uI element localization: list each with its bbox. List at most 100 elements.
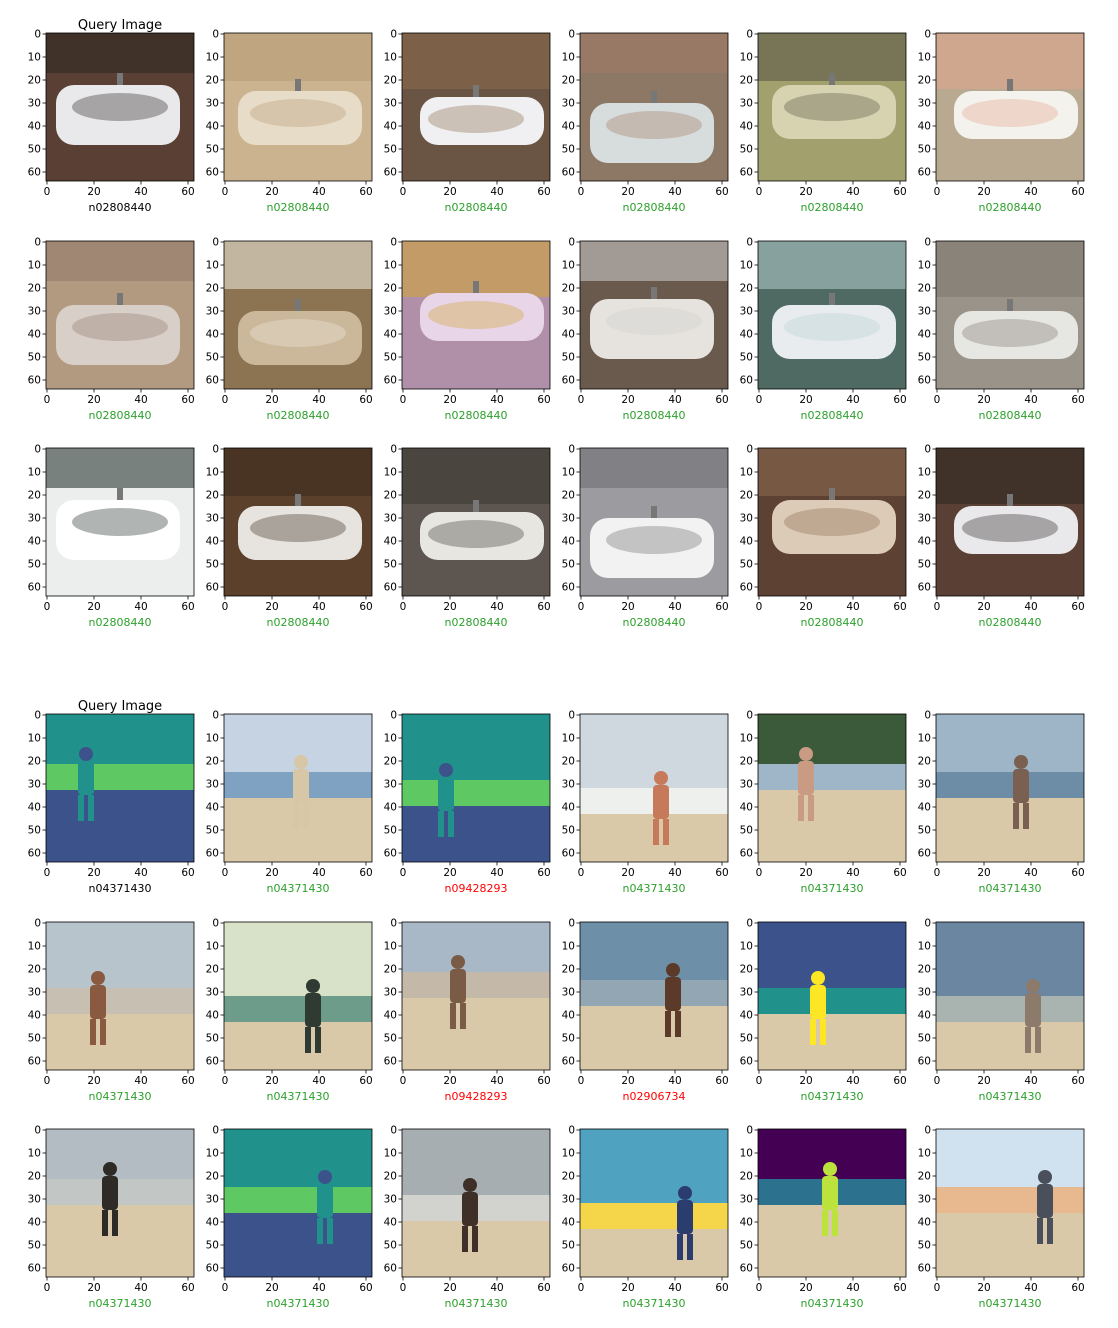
x-tick-label: 60 bbox=[893, 1075, 906, 1087]
result-panel: 01020304050600 20 40 60n02808440 bbox=[918, 444, 1085, 630]
x-tick-label: 60 bbox=[359, 867, 372, 879]
x-tick-label: 60 bbox=[359, 394, 372, 406]
x-tick-label: 0 bbox=[578, 394, 585, 406]
y-tick-label: 0 bbox=[924, 1125, 931, 1137]
y-tick-label: 30 bbox=[562, 987, 575, 999]
result-class-label: n02808440 bbox=[979, 409, 1042, 422]
x-tick-label: 60 bbox=[893, 601, 906, 613]
y-tick-label: 30 bbox=[384, 98, 397, 110]
x-tick-label: 20 bbox=[443, 1075, 456, 1087]
x-tick-label: 0 bbox=[222, 1282, 229, 1294]
y-tick-label: 0 bbox=[390, 444, 397, 456]
y-tick-label: 30 bbox=[384, 513, 397, 525]
x-tick-label: 40 bbox=[668, 186, 681, 198]
y-tick-label: 30 bbox=[28, 513, 41, 525]
result-panel: 01020304050600 20 40 60n04371430 bbox=[918, 1125, 1085, 1311]
y-tick-label: 20 bbox=[28, 964, 41, 976]
y-tick-label: 20 bbox=[28, 1171, 41, 1183]
x-tick-label: 20 bbox=[977, 601, 990, 613]
x-tick-label: 20 bbox=[265, 186, 278, 198]
y-tick-label: 40 bbox=[206, 802, 219, 814]
x-tick-label: 0 bbox=[222, 394, 229, 406]
x-tick-label: 60 bbox=[359, 1075, 372, 1087]
y-tick-label: 50 bbox=[562, 1033, 575, 1045]
y-tick-label: 10 bbox=[918, 52, 931, 64]
x-tick-label: 40 bbox=[490, 867, 503, 879]
x-tick-label: 0 bbox=[934, 186, 941, 198]
y-tick-label: 0 bbox=[212, 237, 219, 249]
thumbnail-image bbox=[402, 241, 550, 389]
y-tick-label: 50 bbox=[740, 144, 753, 156]
y-tick-label: 50 bbox=[206, 825, 219, 837]
y-tick-label: 40 bbox=[740, 121, 753, 133]
y-tick-label: 20 bbox=[384, 964, 397, 976]
retrieval-group-bathtub: 01020304050600 20 40 60n02808440Query Image… bbox=[28, 18, 1085, 629]
x-tick-label: 0 bbox=[934, 394, 941, 406]
y-tick-label: 20 bbox=[740, 964, 753, 976]
y-tick-label: 20 bbox=[384, 756, 397, 768]
y-tick-label: 30 bbox=[28, 1194, 41, 1206]
result-panel: 01020304050600 20 40 60n04371430 bbox=[918, 918, 1085, 1104]
result-panel: 01020304050600 20 40 60n09428293 bbox=[384, 710, 551, 896]
y-tick-label: 40 bbox=[384, 1217, 397, 1229]
y-tick-label: 30 bbox=[206, 513, 219, 525]
y-tick-label: 40 bbox=[562, 536, 575, 548]
y-tick-label: 40 bbox=[740, 802, 753, 814]
y-tick-label: 20 bbox=[740, 1171, 753, 1183]
result-panel: 01020304050600 20 40 60n02808440 bbox=[384, 237, 551, 423]
y-tick-label: 30 bbox=[28, 987, 41, 999]
y-tick-label: 30 bbox=[28, 98, 41, 110]
x-tick-label: 20 bbox=[87, 1075, 100, 1087]
y-tick-label: 20 bbox=[384, 1171, 397, 1183]
y-tick-label: 30 bbox=[206, 987, 219, 999]
result-panel: 01020304050600 20 40 60n02906734 bbox=[562, 918, 729, 1104]
x-tick-label: 40 bbox=[312, 186, 325, 198]
y-tick-label: 0 bbox=[568, 710, 575, 722]
x-tick-label: 40 bbox=[490, 186, 503, 198]
x-tick-label: 60 bbox=[537, 186, 550, 198]
y-tick-label: 10 bbox=[384, 941, 397, 953]
x-tick-label: 20 bbox=[621, 394, 634, 406]
x-tick-label: 20 bbox=[265, 1075, 278, 1087]
x-tick-label: 60 bbox=[1071, 867, 1084, 879]
result-panel: 01020304050600 20 40 60n04371430 bbox=[740, 710, 907, 896]
x-tick-label: 0 bbox=[934, 1075, 941, 1087]
y-tick-label: 10 bbox=[28, 52, 41, 64]
y-tick-label: 60 bbox=[562, 848, 575, 860]
x-tick-label: 60 bbox=[181, 394, 194, 406]
x-tick-label: 20 bbox=[977, 1075, 990, 1087]
y-tick-label: 50 bbox=[384, 825, 397, 837]
x-tick-label: 0 bbox=[756, 1075, 763, 1087]
y-tick-label: 10 bbox=[918, 467, 931, 479]
x-tick-label: 20 bbox=[621, 601, 634, 613]
y-tick-label: 60 bbox=[384, 167, 397, 179]
x-tick-label: 40 bbox=[312, 394, 325, 406]
y-tick-label: 40 bbox=[384, 121, 397, 133]
y-tick-label: 10 bbox=[384, 52, 397, 64]
y-tick-label: 40 bbox=[28, 121, 41, 133]
x-tick-label: 0 bbox=[44, 867, 51, 879]
y-tick-label: 50 bbox=[206, 1033, 219, 1045]
x-tick-label: 40 bbox=[134, 601, 147, 613]
x-tick-label: 0 bbox=[578, 1282, 585, 1294]
thumbnail-image bbox=[580, 33, 728, 181]
y-tick-label: 50 bbox=[740, 825, 753, 837]
x-tick-label: 40 bbox=[490, 1282, 503, 1294]
x-tick-label: 0 bbox=[44, 601, 51, 613]
y-tick-label: 60 bbox=[740, 1056, 753, 1068]
y-tick-label: 60 bbox=[206, 1263, 219, 1275]
y-tick-label: 10 bbox=[562, 733, 575, 745]
result-class-label: n04371430 bbox=[979, 882, 1042, 895]
x-tick-label: 60 bbox=[359, 1282, 372, 1294]
x-tick-label: 60 bbox=[181, 1282, 194, 1294]
result-panel: 01020304050600 20 40 60n02808440 bbox=[384, 29, 551, 215]
y-tick-label: 40 bbox=[28, 536, 41, 548]
result-panel: 01020304050600 20 40 60n04371430 bbox=[562, 1125, 729, 1311]
x-tick-label: 60 bbox=[1071, 1075, 1084, 1087]
x-tick-label: 0 bbox=[400, 601, 407, 613]
x-tick-label: 20 bbox=[799, 867, 812, 879]
x-tick-label: 40 bbox=[846, 394, 859, 406]
y-tick-label: 0 bbox=[568, 918, 575, 930]
x-tick-label: 60 bbox=[1071, 601, 1084, 613]
y-tick-label: 60 bbox=[206, 848, 219, 860]
